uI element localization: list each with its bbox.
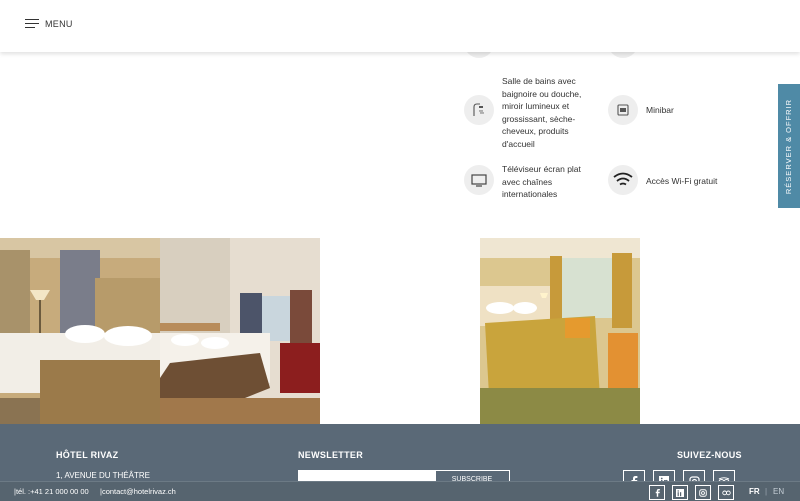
menu-label: MENU [45, 18, 73, 29]
shower-icon [464, 95, 494, 125]
room-photo-1[interactable] [0, 238, 160, 424]
room-photo-2[interactable] [160, 238, 320, 424]
lang-separator: | [765, 487, 768, 496]
hamburger-icon [25, 18, 39, 29]
facebook-icon[interactable] [649, 485, 665, 500]
phone-link[interactable]: |tél. :+41 21 000 00 00 [14, 487, 89, 496]
linkedin-icon[interactable] [672, 485, 688, 500]
book-and-gift-tab[interactable]: RÉSERVER & OFFRIR [778, 84, 800, 208]
newsletter-heading: NEWSLETTER [298, 450, 363, 460]
lang-fr[interactable]: FR [749, 487, 760, 496]
amenity-bathroom-text: Salle de bains avec baignoire ou douche,… [502, 76, 582, 149]
amenity-minibar-text: Minibar [646, 105, 674, 115]
amenity-wifi-text: Accès Wi-Fi gratuit [646, 176, 718, 186]
lang-en[interactable]: EN [773, 487, 784, 496]
follow-us-heading: SUIVEZ-NOUS [677, 450, 742, 460]
minibar-icon [608, 95, 638, 125]
bottom-bar: |tél. :+41 21 000 00 00 |contact@hotelri… [0, 481, 800, 501]
top-bar: MENU [0, 0, 800, 52]
menu-button[interactable]: MENU [25, 18, 73, 29]
amenity-tv-text: Téléviseur écran plat avec chaînes inter… [502, 164, 581, 199]
tripadvisor-icon[interactable] [718, 485, 734, 500]
instagram-icon[interactable] [695, 485, 711, 500]
tv-icon [464, 165, 494, 195]
footer-hotel-heading: HÔTEL RIVAZ [56, 450, 119, 460]
footer-address: 1, AVENUE DU THÉÂTRE [56, 471, 150, 480]
email-link[interactable]: |contact@hotelrivaz.ch [100, 487, 176, 496]
book-and-gift-label: RÉSERVER & OFFRIR [784, 98, 794, 194]
wifi-icon [608, 165, 638, 195]
room-photo-3[interactable] [480, 238, 640, 424]
